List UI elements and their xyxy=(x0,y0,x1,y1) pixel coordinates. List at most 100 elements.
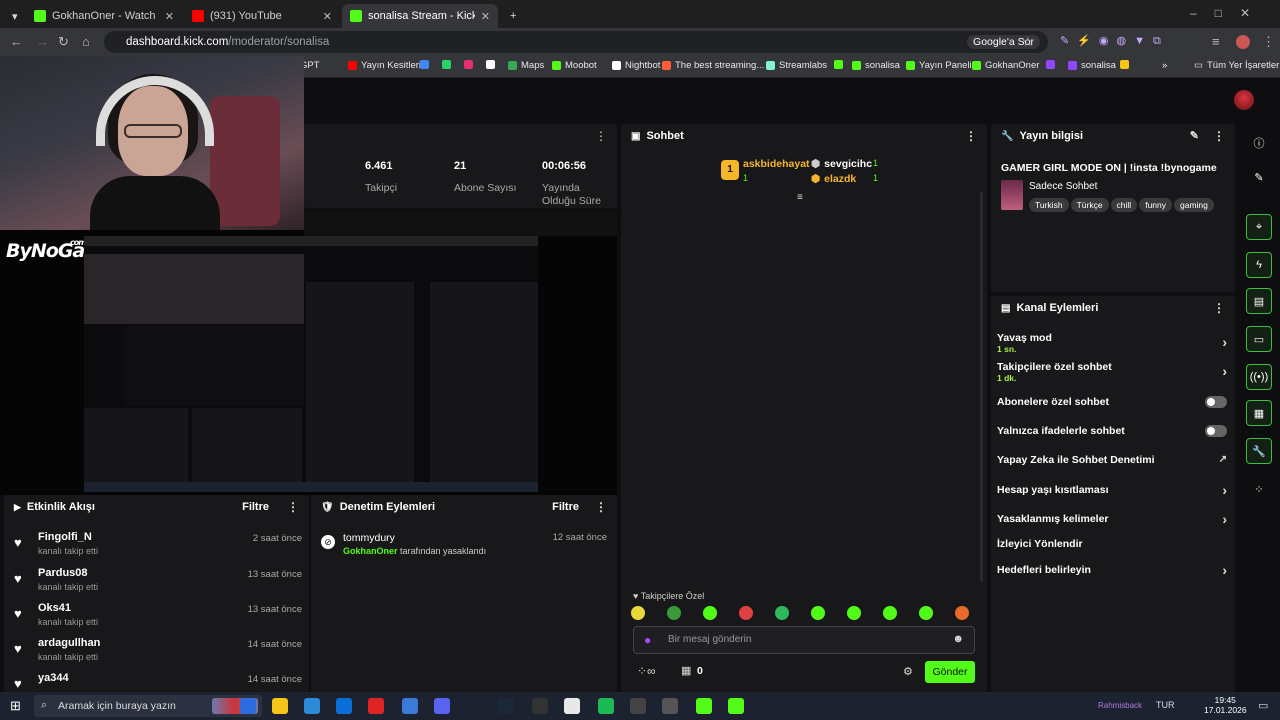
kick-app-icon[interactable] xyxy=(696,698,712,714)
leaderboard-name-1[interactable]: askbidehayat xyxy=(743,158,810,170)
window-controls[interactable]: –□✕ xyxy=(1190,6,1268,20)
user-avatar[interactable] xyxy=(1234,90,1254,110)
bookmark-item[interactable]: GokhanOner xyxy=(972,60,1039,71)
epic-games-icon[interactable] xyxy=(532,698,548,714)
channel-action-item[interactable]: Hedefleri belirleyin › xyxy=(997,562,1227,578)
tag[interactable]: Türkçe xyxy=(1070,198,1109,212)
expand-leaderboard-icon[interactable]: ≡ xyxy=(797,192,803,203)
stats-infinity-icon[interactable]: ⁘∞ xyxy=(637,664,656,678)
app-icon[interactable] xyxy=(662,698,678,714)
bookmark-item[interactable]: Yayın Kesitleri xyxy=(348,60,421,71)
emoji-icon[interactable]: ☻ xyxy=(952,633,964,645)
moderation-filter-button[interactable]: Filtre xyxy=(552,501,579,513)
tag[interactable]: chill xyxy=(1110,198,1138,212)
activity-filter-button[interactable]: Filtre xyxy=(242,501,269,513)
channel-action-item[interactable]: Yapay Zeka ile Sohbet Denetimi ↗ xyxy=(997,454,1227,466)
steam-icon[interactable] xyxy=(498,698,514,714)
gift-box-icon[interactable]: ▦ xyxy=(681,664,691,677)
bookmark-item[interactable] xyxy=(834,60,847,69)
info-icon[interactable]: ⓘ xyxy=(1246,130,1272,156)
home-icon[interactable]: ⌂ xyxy=(82,34,90,49)
url-input[interactable]: dashboard.kick.com/moderator/sonalisa Go… xyxy=(104,31,1048,53)
bookmark-item[interactable] xyxy=(486,60,499,69)
more-icon[interactable]: ⋮ xyxy=(965,129,977,143)
chevron-right-icon[interactable]: › xyxy=(1222,511,1227,527)
bookmark-star-icon[interactable]: ☆ xyxy=(1022,34,1034,50)
emote-icon[interactable] xyxy=(919,606,933,620)
tag[interactable]: funny xyxy=(1139,198,1172,212)
activity-username[interactable]: ya344 xyxy=(38,672,69,684)
profile-avatar[interactable] xyxy=(1236,35,1250,49)
chat-bubble-icon[interactable]: ▭ xyxy=(1246,326,1272,352)
activity-item[interactable]: ♥ ya344 14 saat önce xyxy=(14,672,304,692)
bookmark-item[interactable]: sonalisa xyxy=(852,60,900,71)
activity-username[interactable]: Pardus08 xyxy=(38,567,88,579)
emote-icon[interactable] xyxy=(955,606,969,620)
chat-input[interactable]: ● Bir mesaj gönderin ☻ xyxy=(633,626,975,654)
more-icon[interactable]: ⋮ xyxy=(595,129,607,143)
channel-action-item[interactable]: İzleyici Yönlendir xyxy=(997,538,1227,550)
channel-action-item[interactable]: Abonelere özel sohbet xyxy=(997,396,1227,408)
bookmark-item[interactable] xyxy=(1120,60,1133,69)
activity-item[interactable]: ♥ Fingolfi_N kanalı takip etti 2 saat önce xyxy=(14,531,304,565)
external-link-icon[interactable]: ↗ xyxy=(1219,454,1227,465)
channel-action-item[interactable]: Yalnızca ifadelerle sohbet xyxy=(997,425,1227,437)
task-view-icon[interactable] xyxy=(240,698,256,714)
forward-icon[interactable]: → xyxy=(36,34,49,49)
bookmark-item[interactable] xyxy=(464,60,477,69)
close-tab-icon[interactable]: ✕ xyxy=(323,10,332,23)
chevron-right-icon[interactable]: › xyxy=(1222,363,1227,379)
chat-scrollbar[interactable] xyxy=(980,192,983,582)
emote-icon[interactable] xyxy=(847,606,861,620)
channel-action-item[interactable]: Yasaklanmış kelimeler › xyxy=(997,511,1227,527)
all-bookmarks-button[interactable]: ▭ Tüm Yer İşaretleri xyxy=(1194,60,1280,71)
close-tab-icon[interactable]: ✕ xyxy=(481,10,490,23)
toggle-switch[interactable] xyxy=(1205,425,1227,437)
tab-2[interactable]: (931) YouTube ✕ xyxy=(184,4,340,28)
activity-item[interactable]: ♥ ardagullhan kanalı takip etti 14 saat önc… xyxy=(14,637,304,671)
bookmark-item[interactable]: Moobot xyxy=(552,60,597,71)
more-icon[interactable]: ⋮ xyxy=(595,500,607,514)
emote-icon[interactable] xyxy=(739,606,753,620)
leaderboard-entry-3[interactable]: ⬢ elazdk xyxy=(811,173,856,185)
tag[interactable]: Turkish xyxy=(1029,198,1069,212)
edit-pencil-icon[interactable]: ✎ xyxy=(1190,129,1199,142)
bookmark-item[interactable] xyxy=(1046,60,1059,69)
tab-search-button[interactable]: ▾ xyxy=(4,4,22,28)
file-explorer-icon[interactable] xyxy=(272,698,288,714)
bookmark-item[interactable] xyxy=(442,60,455,69)
moderation-target[interactable]: tommydury xyxy=(343,532,395,544)
channel-action-item[interactable]: Takipçilere özel sohbet 1 dk. › xyxy=(997,361,1227,383)
input-language[interactable]: TUR xyxy=(1156,700,1175,710)
emote-icon[interactable] xyxy=(883,606,897,620)
settings-gear-icon[interactable]: ⚙ xyxy=(903,665,913,678)
clock[interactable]: 19:45 17.01.2026 xyxy=(1204,695,1247,715)
notifications-icon[interactable]: ▭ xyxy=(1258,699,1268,712)
tab-1[interactable]: GokhanOner - Watch the VOD ✕ xyxy=(26,4,182,28)
bookmark-item[interactable]: Nightbot xyxy=(612,60,660,71)
chevron-right-icon[interactable]: › xyxy=(1222,562,1227,578)
emote-icon[interactable] xyxy=(631,606,645,620)
add-widget-icon[interactable]: ⁘ xyxy=(1246,476,1272,502)
stream-category[interactable]: Sadece Sohbet xyxy=(1029,181,1097,192)
channel-action-item[interactable]: Yavaş mod 1 sn. › xyxy=(997,332,1227,354)
toggle-switch[interactable] xyxy=(1205,396,1227,408)
back-icon[interactable]: ← xyxy=(10,34,23,49)
discord-icon[interactable] xyxy=(434,698,450,714)
send-button[interactable]: Gönder xyxy=(925,661,975,683)
menu-list-icon[interactable]: ≡ xyxy=(1212,34,1220,49)
chrome-icon[interactable] xyxy=(564,698,580,714)
clip-icon[interactable]: ⌖ xyxy=(1246,214,1272,240)
bookmark-item[interactable]: Streamlabs xyxy=(766,60,827,71)
emote-icon[interactable] xyxy=(811,606,825,620)
emote-icon[interactable] xyxy=(667,606,681,620)
browser-menu-icon[interactable]: ⋮ xyxy=(1262,34,1275,50)
bookmark-item[interactable]: Yayın Paneli xyxy=(906,60,972,71)
activity-item[interactable]: ♥ Pardus08 kanalı takip etti 13 saat önce xyxy=(14,567,304,601)
store-icon[interactable] xyxy=(304,698,320,714)
lightning-icon[interactable]: ϟ xyxy=(1246,252,1272,278)
moderator-name[interactable]: GokhanOner xyxy=(343,546,398,556)
obs-icon[interactable] xyxy=(630,698,646,714)
bookmark-item[interactable] xyxy=(420,60,433,69)
mail-icon[interactable] xyxy=(336,698,352,714)
